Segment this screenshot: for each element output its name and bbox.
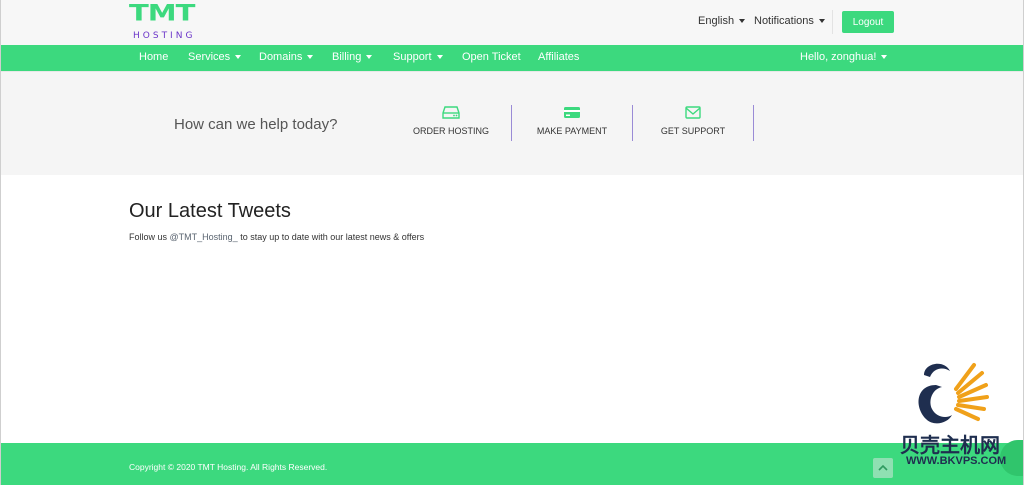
nav-item-open-ticket[interactable]: Open Ticket [462, 45, 521, 71]
language-label: English [698, 15, 735, 27]
page-footer: Copyright © 2020 TMT Hosting. All Rights… [0, 443, 1024, 485]
nav-item-home[interactable]: Home [139, 45, 168, 71]
nav-item-label: Affiliates [538, 51, 580, 63]
main-navbar: Home Services Domains Billing Support Op… [0, 45, 1024, 71]
watermark-text: 贝壳主机网 [900, 433, 1000, 457]
nav-item-label: Home [139, 51, 169, 63]
watermark-url: WWW.BKVPS.COM [906, 455, 1007, 467]
get-support-link[interactable]: GET SUPPORT [633, 105, 753, 141]
back-to-top-button[interactable] [873, 458, 893, 478]
chevron-up-icon [878, 464, 888, 471]
server-icon [442, 106, 460, 119]
envelope-icon [685, 106, 701, 119]
nav-item-label: Billing [332, 51, 362, 63]
tweets-subtitle: Follow us @TMT_Hosting_ to stay up to da… [129, 232, 424, 242]
chevron-down-icon [436, 55, 443, 60]
make-payment-label: MAKE PAYMENT [536, 126, 608, 136]
user-account-dropdown[interactable]: Hello, zonghua! [800, 45, 888, 71]
chevron-down-icon [307, 55, 314, 60]
nav-item-services[interactable]: Services [188, 45, 242, 71]
logo-wordmark: TMT [129, 0, 195, 26]
credit-card-icon [564, 107, 580, 118]
order-hosting-link[interactable]: ORDER HOSTING [391, 105, 511, 141]
nav-item-label: Services [188, 51, 231, 63]
notifications-label: Notifications [754, 15, 814, 27]
chevron-down-icon [366, 55, 373, 60]
nav-item-billing[interactable]: Billing [332, 45, 373, 71]
bkvps-watermark: 贝壳主机网 WWW.BKVPS.COM [896, 357, 1018, 472]
nav-item-label: Domains [259, 51, 303, 63]
language-dropdown[interactable]: English [698, 15, 746, 27]
make-payment-link[interactable]: MAKE PAYMENT [512, 105, 632, 141]
logout-button[interactable]: Logout [842, 11, 894, 33]
help-section: How can we help today? ORDER HOSTING MAK… [0, 71, 1024, 175]
copyright-text: Copyright © 2020 TMT Hosting. All Rights… [129, 462, 328, 472]
get-support-label: GET SUPPORT [660, 126, 726, 136]
twitter-handle-link[interactable]: @TMT_Hosting_ [170, 232, 238, 242]
nav-item-label: Support [393, 51, 432, 63]
bkvps-logo-icon [918, 363, 989, 424]
user-greeting: Hello, zonghua! [800, 51, 877, 63]
nav-item-label: Open Ticket [462, 51, 521, 63]
chevron-down-icon [818, 19, 825, 24]
notifications-dropdown[interactable]: Notifications [754, 15, 825, 27]
chevron-down-icon [235, 55, 242, 60]
header-divider [832, 10, 833, 34]
tmt-hosting-logo[interactable]: TMT HOSTING [129, 1, 207, 41]
tweets-prefix: Follow us [129, 232, 168, 242]
top-header: TMT HOSTING English Notifications Logout [0, 0, 1024, 45]
chevron-down-icon [881, 55, 888, 60]
logo-subtitle: HOSTING [133, 31, 196, 41]
nav-item-domains[interactable]: Domains [259, 45, 314, 71]
quick-link-divider [753, 105, 754, 141]
nav-item-support[interactable]: Support [393, 45, 443, 71]
tweets-heading: Our Latest Tweets [129, 200, 291, 222]
tweets-suffix: to stay up to date with our latest news … [240, 232, 425, 242]
order-hosting-label: ORDER HOSTING [412, 126, 489, 136]
chevron-down-icon [739, 19, 746, 24]
nav-item-affiliates[interactable]: Affiliates [538, 45, 579, 71]
help-prompt: How can we help today? [174, 116, 338, 133]
